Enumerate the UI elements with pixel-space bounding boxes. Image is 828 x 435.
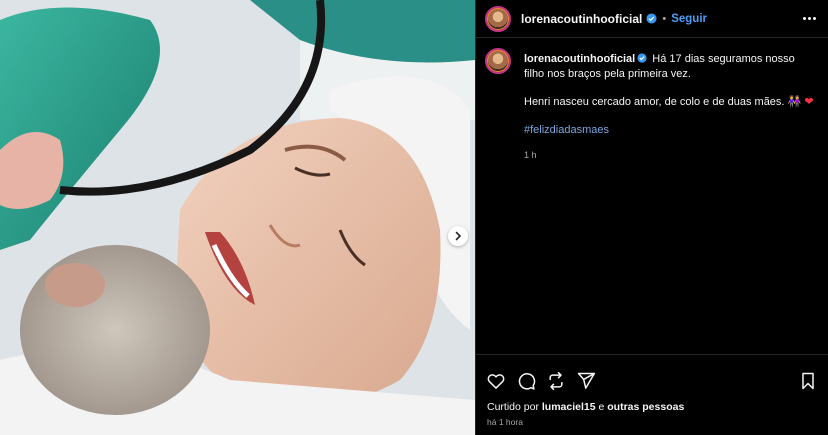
avatar[interactable] [485, 5, 511, 32]
caption-paragraph-1: lorenacoutinhooficial Há 17 dias seguram… [524, 52, 816, 82]
caption-avatar[interactable] [485, 48, 511, 74]
heart-icon[interactable] [486, 371, 506, 391]
verified-badge-icon [637, 53, 647, 63]
liked-others-link[interactable]: outras pessoas [607, 401, 684, 413]
liked-prefix: Curtido por [487, 401, 539, 413]
bookmark-icon[interactable] [798, 371, 818, 391]
women-emoji: 👭 [787, 96, 802, 108]
liked-user-link[interactable]: lumaciel15 [542, 401, 596, 413]
post-timestamp: há 1 hora [487, 417, 523, 427]
caption-paragraph-2: Henri nasceu cercado amor, de colo e de … [524, 95, 816, 110]
photo-illustration [0, 0, 475, 435]
more-options-icon[interactable] [803, 17, 816, 20]
liked-by-text: Curtido por lumaciel15 e outras pessoas [487, 401, 684, 413]
chevron-right-icon [455, 231, 462, 241]
action-bar [476, 354, 828, 394]
send-icon[interactable] [576, 371, 596, 391]
header-username[interactable]: lorenacoutinhooficial [521, 12, 642, 26]
repost-icon[interactable] [546, 371, 566, 391]
post-details-panel: lorenacoutinhooficial • Seguir lorenacou… [475, 0, 828, 435]
red-heart-emoji: ❤ [804, 96, 814, 108]
post-caption: lorenacoutinhooficial Há 17 dias seguram… [476, 38, 828, 163]
hashtag-link[interactable]: #felizdiadasmaes [524, 123, 816, 138]
caption-username[interactable]: lorenacoutinhooficial [524, 53, 635, 65]
follow-button[interactable]: Seguir [671, 13, 707, 25]
next-photo-button[interactable] [448, 226, 468, 246]
separator-dot: • [662, 12, 667, 25]
verified-badge-icon [646, 13, 657, 24]
comment-icon[interactable] [516, 371, 536, 391]
liked-and: e [598, 401, 605, 413]
caption-timestamp: 1 h [524, 150, 537, 160]
caption-text-2: Henri nasceu cercado amor, de colo e de … [524, 96, 785, 108]
post-photo[interactable] [0, 0, 475, 435]
post-header: lorenacoutinhooficial • Seguir [476, 0, 828, 38]
